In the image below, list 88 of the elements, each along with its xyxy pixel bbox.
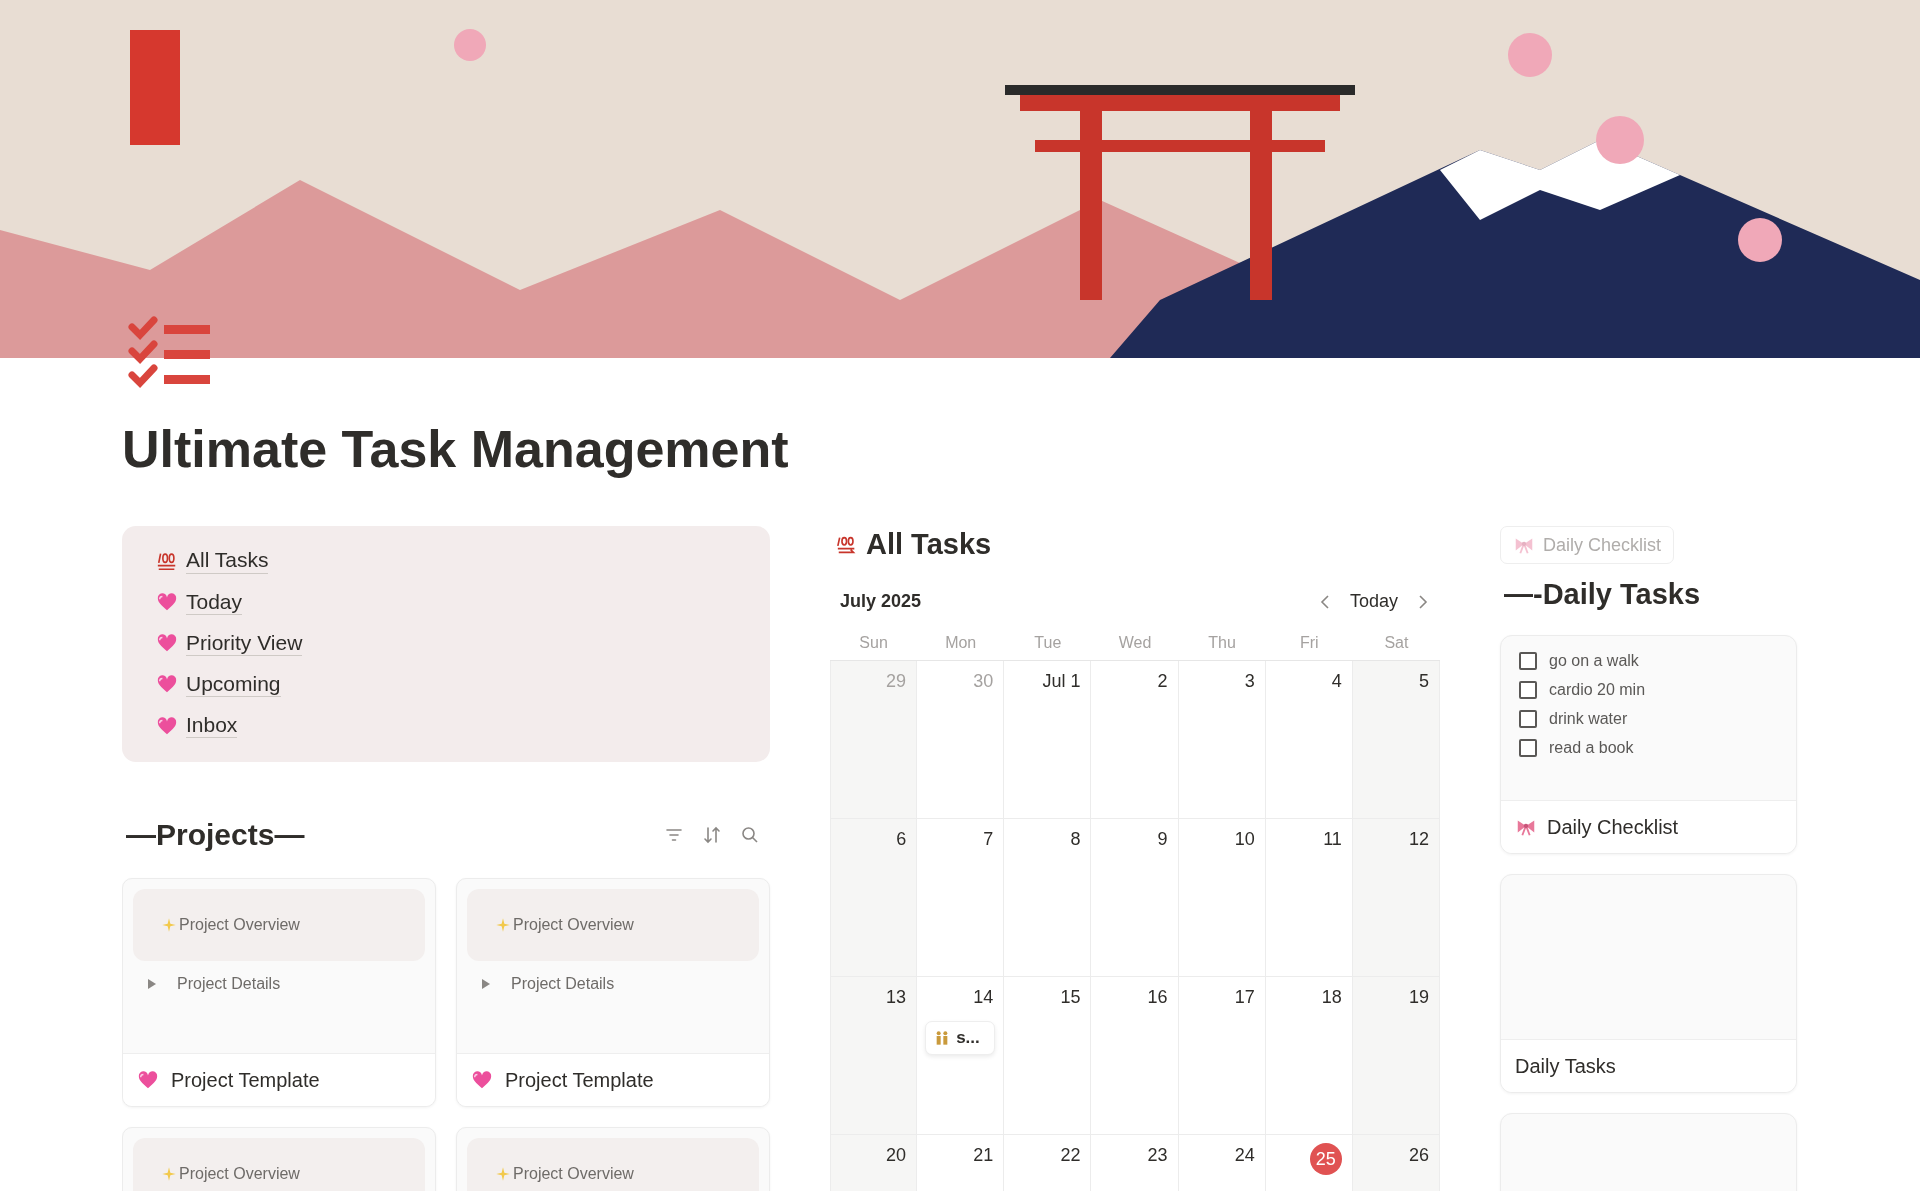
calendar-day[interactable]: 2	[1091, 661, 1179, 820]
date-number: Jul 1	[1042, 670, 1081, 694]
month-label: July 2025	[840, 591, 922, 613]
calendar-day[interactable]: 6	[830, 819, 918, 978]
date-number: 16	[1147, 986, 1168, 1010]
date-number: 6	[896, 828, 907, 852]
date-number: 2	[1157, 670, 1168, 694]
date-number: 15	[1060, 986, 1081, 1010]
checklist-item: read a book	[1549, 739, 1634, 758]
overview-text: Project Overview	[513, 1165, 634, 1184]
card-title: Daily Tasks	[1515, 1054, 1616, 1078]
date-number: 9	[1157, 828, 1168, 852]
date-number: 19	[1408, 986, 1429, 1010]
date-number: 18	[1321, 986, 1342, 1010]
date-number: 8	[1070, 828, 1081, 852]
section-heading: —-Daily Tasks	[1504, 578, 1702, 612]
event-chip[interactable]: s...	[925, 1021, 996, 1056]
calendar-day[interactable]: 10	[1178, 819, 1266, 978]
date-number: 30	[973, 670, 994, 694]
date-number: 12	[1408, 828, 1429, 852]
checklist-item: drink water	[1549, 710, 1628, 729]
project-card[interactable]: Project Overview	[456, 1127, 770, 1192]
project-card[interactable]: Project Overview Project Details Project Template	[122, 878, 436, 1108]
date-number: 20	[886, 1144, 907, 1168]
date-number: 22	[1060, 1144, 1081, 1168]
date-number: 10	[1234, 828, 1255, 852]
calendar-day[interactable]: 5	[1352, 661, 1440, 820]
page-link[interactable]: All Tasks	[186, 548, 269, 574]
calendar-day[interactable]: 9	[1091, 819, 1179, 978]
calendar-day[interactable]: 12	[1352, 819, 1440, 978]
weekday-label: Wed	[1117, 634, 1153, 653]
date-number: 17	[1234, 986, 1255, 1010]
calendar-day[interactable]: 18	[1265, 977, 1353, 1136]
weekday-label: Sat	[1383, 634, 1410, 653]
checklist-card[interactable]: go on a walk cardio 20 min drink water read a book Daily Checklist	[1500, 635, 1797, 855]
page-link[interactable]: Upcoming	[186, 671, 281, 697]
calendar-day[interactable]: 7	[917, 819, 1005, 978]
date-number: 7	[983, 828, 994, 852]
date-number: 24	[1234, 1144, 1255, 1168]
calendar-day[interactable]: 13	[830, 977, 918, 1136]
page-link[interactable]: Inbox	[186, 712, 238, 739]
calendar-day[interactable]: 15	[1004, 977, 1092, 1136]
project-card[interactable]: Project Overview	[122, 1127, 436, 1192]
section-heading: —Projects—	[126, 818, 305, 853]
page-title: Ultimate Task Management	[122, 419, 790, 480]
date-number: 29	[886, 670, 907, 694]
overview-text: Project Overview	[513, 916, 634, 935]
date-number: 23	[1147, 1144, 1168, 1168]
calendar-day[interactable]: Jul 1	[1004, 661, 1092, 820]
weekday-label: Fri	[1298, 634, 1320, 653]
calendar-day[interactable]: 11	[1265, 819, 1353, 978]
date-number: 14	[973, 986, 994, 1010]
date-number: 21	[973, 1144, 994, 1168]
calendar-day[interactable]: 3	[1178, 661, 1266, 820]
calendar-day[interactable]: 19	[1352, 977, 1440, 1136]
card-title: Project Template	[171, 1068, 320, 1092]
weekday-label: Mon	[944, 634, 978, 653]
date-number: 26	[1408, 1144, 1429, 1168]
date-number: 13	[886, 986, 907, 1010]
date-number: 5	[1419, 670, 1429, 694]
today-button[interactable]: Today	[1349, 591, 1398, 613]
weekday-label: Thu	[1207, 634, 1237, 653]
card-title: Daily Checklist	[1547, 815, 1679, 839]
card-title: Project Template	[505, 1068, 654, 1092]
date-number: 11	[1323, 828, 1342, 852]
project-card[interactable]: Project Overview Project Details Project Template	[456, 878, 770, 1108]
page-link[interactable]: Priority View	[186, 630, 303, 656]
checklist-item: go on a walk	[1549, 652, 1639, 671]
weekday-label: Sun	[858, 634, 889, 653]
page-link[interactable]: Today	[186, 589, 243, 615]
calendar-day[interactable]: 8	[1004, 819, 1092, 978]
date-number: 4	[1331, 670, 1342, 694]
calendar-day[interactable]: 17	[1178, 977, 1266, 1136]
calendar-day[interactable]: 26	[1352, 1135, 1440, 1192]
today-date-badge: 25	[1309, 1143, 1342, 1176]
overview-text: Project Overview	[179, 1165, 300, 1184]
calendar-day[interactable]: 14 s...	[917, 977, 1005, 1136]
calendar-day[interactable]: 4	[1265, 661, 1353, 820]
weekday-label: Tue	[1033, 634, 1063, 653]
calendar-day[interactable]: 20	[830, 1135, 918, 1192]
overview-text: Project Overview	[179, 916, 300, 935]
calendar-title: All Tasks	[866, 528, 992, 562]
toggle-label: Project Details	[511, 975, 615, 994]
toggle-label: Project Details	[177, 975, 281, 994]
calendar-day[interactable]: 16	[1091, 977, 1179, 1136]
blank-card[interactable]: Daily Tasks	[1500, 874, 1797, 1094]
date-number: 3	[1244, 670, 1255, 694]
checklist-item: cardio 20 min	[1549, 681, 1646, 700]
